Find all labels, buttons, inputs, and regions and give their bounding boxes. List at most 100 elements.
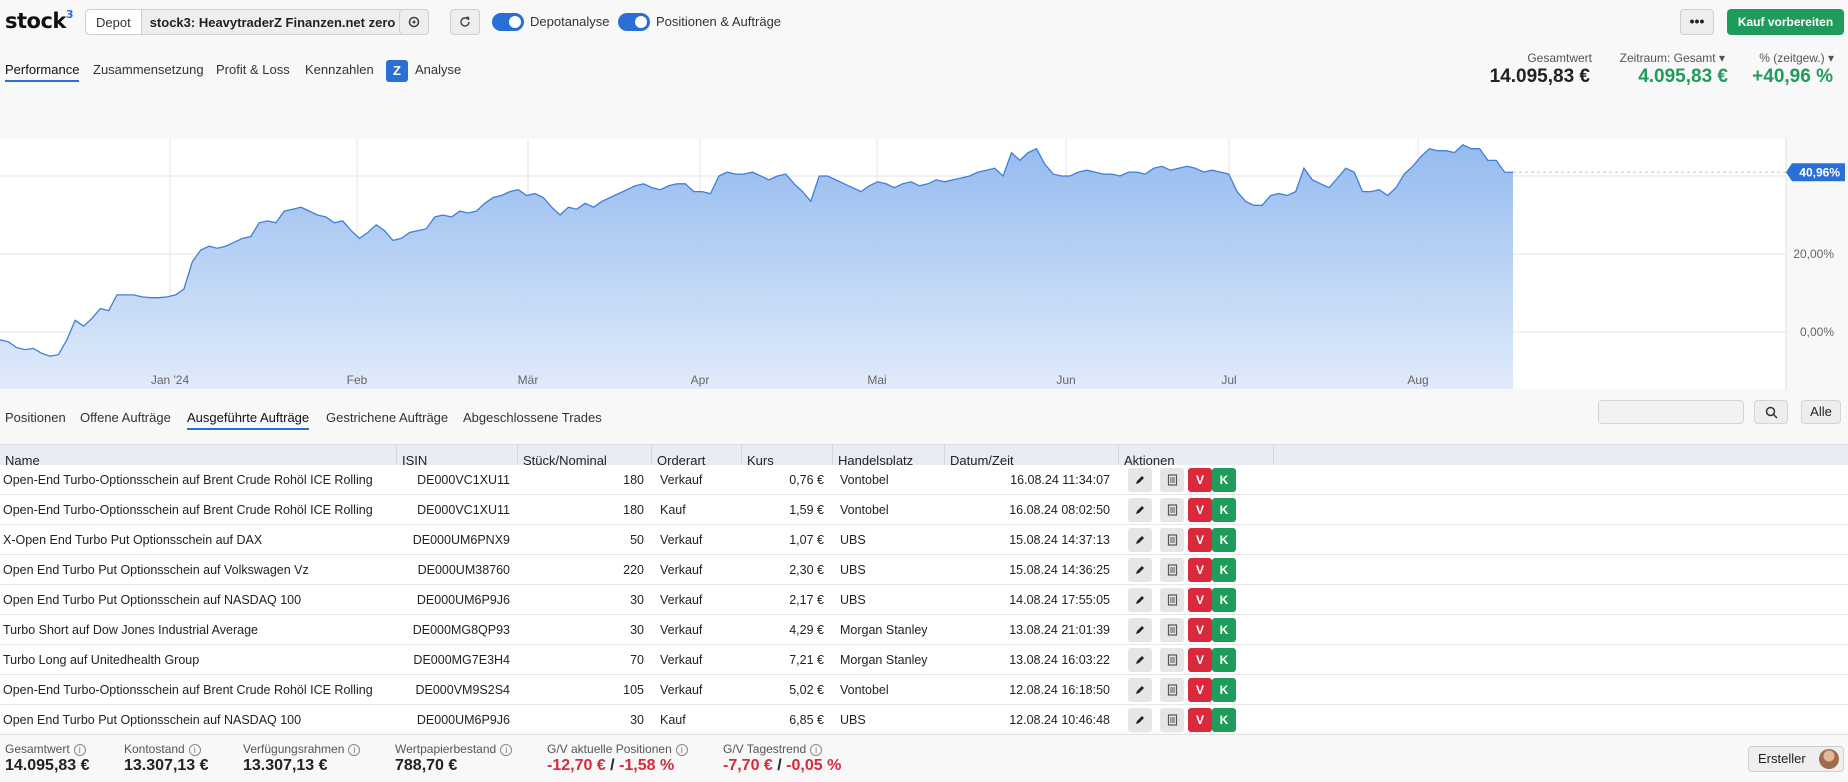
- table-row[interactable]: Open End Turbo Put Optionsschein auf NAS…: [0, 585, 1848, 615]
- positionen-toggle[interactable]: [618, 13, 650, 31]
- search-button[interactable]: [1754, 400, 1788, 424]
- pct-dropdown[interactable]: % (zeitgew.) ▾: [1759, 51, 1834, 65]
- cell-qty: 70: [630, 653, 644, 667]
- verkauf-button[interactable]: V: [1188, 648, 1212, 672]
- verkauf-button[interactable]: V: [1188, 588, 1212, 612]
- cell-qty: 30: [630, 623, 644, 637]
- cell-qty: 30: [630, 713, 644, 727]
- refresh-button[interactable]: [450, 9, 480, 35]
- verkauf-button[interactable]: V: [1188, 468, 1212, 492]
- info-icon[interactable]: i: [810, 744, 823, 756]
- edit-button[interactable]: [1128, 528, 1152, 552]
- info-icon[interactable]: i: [675, 744, 688, 756]
- pencil-icon: [1136, 566, 1144, 574]
- table-row[interactable]: Turbo Short auf Dow Jones Industrial Ave…: [0, 615, 1848, 645]
- tab-performance[interactable]: Performance: [5, 62, 80, 82]
- tab-offene-auftraege[interactable]: Offene Aufträge: [80, 410, 171, 425]
- tab-profit-loss[interactable]: Profit & Loss: [216, 62, 290, 77]
- depot-label: Depot: [86, 10, 142, 34]
- edit-button[interactable]: [1128, 708, 1152, 732]
- gv-pos-abs: -12,70 €: [547, 757, 606, 774]
- document-icon: [1167, 624, 1177, 636]
- logo-text: stock: [5, 9, 66, 33]
- verkauf-button[interactable]: V: [1188, 558, 1212, 582]
- info-icon[interactable]: i: [500, 744, 513, 756]
- kauf-button[interactable]: K: [1212, 648, 1236, 672]
- cell-platz: Morgan Stanley: [840, 653, 928, 667]
- details-button[interactable]: [1160, 708, 1184, 732]
- cell-name: Open-End Turbo-Optionsschein auf Brent C…: [3, 683, 373, 697]
- edit-button[interactable]: [1128, 558, 1152, 582]
- cell-isin: DE000VC1XU11: [417, 473, 510, 487]
- verkauf-button[interactable]: V: [1188, 618, 1212, 642]
- kauf-vorbereiten-button[interactable]: Kauf vorbereiten: [1727, 9, 1844, 35]
- edit-button[interactable]: [1128, 618, 1152, 642]
- tab-positionen[interactable]: Positionen: [5, 410, 66, 425]
- cell-kurs: 5,02 €: [789, 683, 824, 697]
- gv-tag-sep: /: [772, 757, 787, 774]
- details-button[interactable]: [1160, 468, 1184, 492]
- depot-value[interactable]: stock3: HeavytraderZ Finanzen.net zero: [141, 10, 404, 34]
- kauf-button[interactable]: K: [1212, 528, 1236, 552]
- cell-kurs: 2,30 €: [789, 563, 824, 577]
- zeitraum-dropdown[interactable]: Zeitraum: Gesamt ▾: [1620, 51, 1725, 65]
- verkauf-button[interactable]: V: [1188, 498, 1212, 522]
- tab-kennzahlen[interactable]: Kennzahlen: [305, 62, 374, 77]
- tab-zusammensetzung[interactable]: Zusammensetzung: [93, 62, 204, 77]
- details-button[interactable]: [1160, 498, 1184, 522]
- verkauf-button[interactable]: V: [1188, 678, 1212, 702]
- table-row[interactable]: Open-End Turbo-Optionsschein auf Brent C…: [0, 465, 1848, 495]
- cell-name: Turbo Long auf Unitedhealth Group: [3, 653, 200, 667]
- alle-button[interactable]: Alle: [1801, 400, 1841, 424]
- footer-gv-pos-value: -12,70 € / -1,58 %: [547, 757, 674, 775]
- kauf-button[interactable]: K: [1212, 588, 1236, 612]
- kauf-button[interactable]: K: [1212, 468, 1236, 492]
- gesamtwert-label: Gesamtwert: [1527, 51, 1592, 65]
- details-button[interactable]: [1160, 678, 1184, 702]
- tab-gestrichene-auftraege[interactable]: Gestrichene Aufträge: [326, 410, 448, 425]
- table-row[interactable]: Open End Turbo Put Optionsschein auf Vol…: [0, 555, 1848, 585]
- kauf-button[interactable]: K: [1212, 618, 1236, 642]
- kauf-button[interactable]: K: [1212, 708, 1236, 732]
- table-row[interactable]: Open-End Turbo-Optionsschein auf Brent C…: [0, 495, 1848, 525]
- edit-button[interactable]: [1128, 678, 1152, 702]
- depot-selector[interactable]: Depot stock3: HeavytraderZ Finanzen.net …: [85, 9, 405, 35]
- tab-ausgefuehrte-auftraege[interactable]: Ausgeführte Aufträge: [187, 410, 310, 430]
- analyse-icon[interactable]: Z: [386, 60, 408, 82]
- details-button[interactable]: [1160, 648, 1184, 672]
- footer-gv-tag-value: -7,70 € / -0,05 %: [723, 757, 841, 775]
- depotanalyse-label: Depotanalyse: [530, 14, 610, 29]
- kauf-button[interactable]: K: [1212, 498, 1236, 522]
- tab-analyse[interactable]: Analyse: [415, 62, 461, 77]
- edit-button[interactable]: [1128, 588, 1152, 612]
- details-button[interactable]: [1160, 618, 1184, 642]
- edit-button[interactable]: [1128, 498, 1152, 522]
- info-icon[interactable]: i: [73, 744, 86, 756]
- details-button[interactable]: [1160, 528, 1184, 552]
- kauf-button[interactable]: K: [1212, 678, 1236, 702]
- kauf-button[interactable]: K: [1212, 558, 1236, 582]
- table-row[interactable]: Turbo Long auf Unitedhealth Group DE000MG…: [0, 645, 1848, 675]
- document-icon: [1167, 594, 1177, 606]
- details-button[interactable]: [1160, 558, 1184, 582]
- cell-kurs: 1,07 €: [789, 533, 824, 547]
- table-row[interactable]: Open End Turbo Put Optionsschein auf NAS…: [0, 705, 1848, 732]
- search-input[interactable]: [1598, 400, 1744, 424]
- details-button[interactable]: [1160, 588, 1184, 612]
- cell-datum: 15.08.24 14:37:13: [1009, 533, 1110, 547]
- table-row[interactable]: Open-End Turbo-Optionsschein auf Brent C…: [0, 675, 1848, 705]
- table-row[interactable]: X-Open End Turbo Put Optionsschein auf D…: [0, 525, 1848, 555]
- performance-chart[interactable]: Jan '24 Feb Mär Apr Mai Jun Jul Aug 20,00% 0,00% 4…: [0, 139, 1848, 389]
- verkauf-button[interactable]: V: [1188, 528, 1212, 552]
- verkauf-button[interactable]: V: [1188, 708, 1212, 732]
- info-icon[interactable]: i: [188, 744, 201, 756]
- depotanalyse-toggle[interactable]: [492, 13, 524, 31]
- edit-button[interactable]: [1128, 648, 1152, 672]
- info-icon[interactable]: i: [348, 744, 361, 756]
- ersteller-button[interactable]: Ersteller: [1748, 746, 1844, 772]
- more-options-button[interactable]: •••: [1680, 9, 1714, 35]
- edit-button[interactable]: [1128, 468, 1152, 492]
- settings-button[interactable]: [399, 9, 429, 35]
- tab-abgeschlossene-trades[interactable]: Abgeschlossene Trades: [463, 410, 602, 425]
- stock3-logo[interactable]: stock3: [5, 8, 74, 33]
